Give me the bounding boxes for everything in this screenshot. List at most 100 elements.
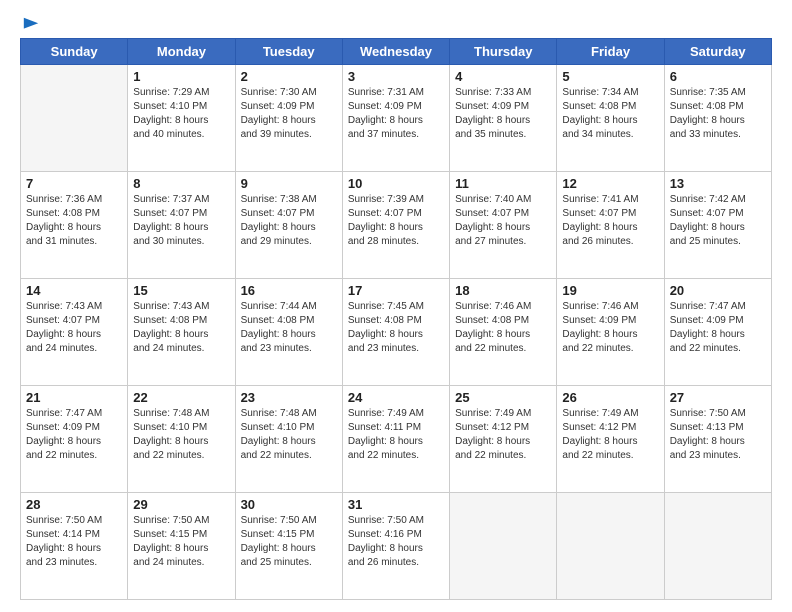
calendar-cell: 31 Sunrise: 7:50 AMSunset: 4:16 PMDayligh… — [342, 493, 449, 600]
weekday-header-thursday: Thursday — [450, 39, 557, 65]
cell-sun-info: Sunrise: 7:40 AMSunset: 4:07 PMDaylight:… — [455, 193, 551, 249]
cell-sun-info: Sunrise: 7:33 AMSunset: 4:09 PMDaylight:… — [455, 86, 551, 142]
calendar-cell: 16 Sunrise: 7:44 AMSunset: 4:08 PMDayligh… — [235, 279, 342, 386]
day-number: 22 — [133, 390, 229, 405]
calendar-cell: 12 Sunrise: 7:41 AMSunset: 4:07 PMDayligh… — [557, 172, 664, 279]
calendar-cell: 1 Sunrise: 7:29 AMSunset: 4:10 PMDaylight… — [128, 65, 235, 172]
cell-sun-info: Sunrise: 7:38 AMSunset: 4:07 PMDaylight:… — [241, 193, 337, 249]
day-number: 13 — [670, 176, 766, 191]
cell-sun-info: Sunrise: 7:50 AMSunset: 4:15 PMDaylight:… — [241, 514, 337, 570]
weekday-header-monday: Monday — [128, 39, 235, 65]
day-number: 29 — [133, 497, 229, 512]
day-number: 18 — [455, 283, 551, 298]
cell-sun-info: Sunrise: 7:45 AMSunset: 4:08 PMDaylight:… — [348, 300, 444, 356]
cell-sun-info: Sunrise: 7:39 AMSunset: 4:07 PMDaylight:… — [348, 193, 444, 249]
calendar-table: SundayMondayTuesdayWednesdayThursdayFrid… — [20, 38, 772, 600]
cell-sun-info: Sunrise: 7:47 AMSunset: 4:09 PMDaylight:… — [26, 407, 122, 463]
cell-sun-info: Sunrise: 7:44 AMSunset: 4:08 PMDaylight:… — [241, 300, 337, 356]
day-number: 31 — [348, 497, 444, 512]
weekday-header-saturday: Saturday — [664, 39, 771, 65]
day-number: 21 — [26, 390, 122, 405]
day-number: 12 — [562, 176, 658, 191]
cell-sun-info: Sunrise: 7:34 AMSunset: 4:08 PMDaylight:… — [562, 86, 658, 142]
page: SundayMondayTuesdayWednesdayThursdayFrid… — [0, 0, 792, 612]
calendar-cell: 27 Sunrise: 7:50 AMSunset: 4:13 PMDayligh… — [664, 386, 771, 493]
cell-sun-info: Sunrise: 7:46 AMSunset: 4:08 PMDaylight:… — [455, 300, 551, 356]
day-number: 9 — [241, 176, 337, 191]
day-number: 16 — [241, 283, 337, 298]
day-number: 19 — [562, 283, 658, 298]
calendar-cell: 30 Sunrise: 7:50 AMSunset: 4:15 PMDayligh… — [235, 493, 342, 600]
logo — [20, 16, 40, 30]
day-number: 17 — [348, 283, 444, 298]
calendar-week-2: 7 Sunrise: 7:36 AMSunset: 4:08 PMDaylight… — [21, 172, 772, 279]
cell-sun-info: Sunrise: 7:41 AMSunset: 4:07 PMDaylight:… — [562, 193, 658, 249]
cell-sun-info: Sunrise: 7:36 AMSunset: 4:08 PMDaylight:… — [26, 193, 122, 249]
calendar-cell: 22 Sunrise: 7:48 AMSunset: 4:10 PMDayligh… — [128, 386, 235, 493]
day-number: 7 — [26, 176, 122, 191]
calendar-cell: 8 Sunrise: 7:37 AMSunset: 4:07 PMDaylight… — [128, 172, 235, 279]
day-number: 4 — [455, 69, 551, 84]
day-number: 5 — [562, 69, 658, 84]
calendar-cell — [664, 493, 771, 600]
calendar-cell: 5 Sunrise: 7:34 AMSunset: 4:08 PMDaylight… — [557, 65, 664, 172]
calendar-cell: 10 Sunrise: 7:39 AMSunset: 4:07 PMDayligh… — [342, 172, 449, 279]
cell-sun-info: Sunrise: 7:50 AMSunset: 4:16 PMDaylight:… — [348, 514, 444, 570]
calendar-week-3: 14 Sunrise: 7:43 AMSunset: 4:07 PMDayligh… — [21, 279, 772, 386]
calendar-cell: 20Sunrise: 7:47 AMSunset: 4:09 PMDayligh… — [664, 279, 771, 386]
calendar-cell — [557, 493, 664, 600]
calendar-cell: 24 Sunrise: 7:49 AMSunset: 4:11 PMDayligh… — [342, 386, 449, 493]
calendar-cell: 4 Sunrise: 7:33 AMSunset: 4:09 PMDaylight… — [450, 65, 557, 172]
calendar-cell: 21 Sunrise: 7:47 AMSunset: 4:09 PMDayligh… — [21, 386, 128, 493]
cell-sun-info: Sunrise: 7:49 AMSunset: 4:12 PMDaylight:… — [562, 407, 658, 463]
calendar-cell: 18 Sunrise: 7:46 AMSunset: 4:08 PMDayligh… — [450, 279, 557, 386]
calendar-cell: 6 Sunrise: 7:35 AMSunset: 4:08 PMDaylight… — [664, 65, 771, 172]
day-number: 28 — [26, 497, 122, 512]
cell-sun-info: Sunrise: 7:49 AMSunset: 4:11 PMDaylight:… — [348, 407, 444, 463]
day-number: 1 — [133, 69, 229, 84]
calendar-cell: 13Sunrise: 7:42 AMSunset: 4:07 PMDayligh… — [664, 172, 771, 279]
cell-sun-info: Sunrise: 7:50 AMSunset: 4:15 PMDaylight:… — [133, 514, 229, 570]
cell-sun-info: Sunrise: 7:37 AMSunset: 4:07 PMDaylight:… — [133, 193, 229, 249]
cell-sun-info: Sunrise: 7:50 AMSunset: 4:14 PMDaylight:… — [26, 514, 122, 570]
cell-sun-info: Sunrise: 7:29 AMSunset: 4:10 PMDaylight:… — [133, 86, 229, 142]
cell-sun-info: Sunrise: 7:43 AMSunset: 4:07 PMDaylight:… — [26, 300, 122, 356]
logo-flag-icon — [22, 16, 40, 34]
weekday-header-friday: Friday — [557, 39, 664, 65]
day-number: 15 — [133, 283, 229, 298]
weekday-header-wednesday: Wednesday — [342, 39, 449, 65]
day-number: 2 — [241, 69, 337, 84]
day-number: 11 — [455, 176, 551, 191]
calendar-cell — [21, 65, 128, 172]
calendar-cell: 11 Sunrise: 7:40 AMSunset: 4:07 PMDayligh… — [450, 172, 557, 279]
day-number: 30 — [241, 497, 337, 512]
day-number: 25 — [455, 390, 551, 405]
weekday-header-row: SundayMondayTuesdayWednesdayThursdayFrid… — [21, 39, 772, 65]
cell-sun-info: Sunrise: 7:43 AMSunset: 4:08 PMDaylight:… — [133, 300, 229, 356]
calendar-cell: 25 Sunrise: 7:49 AMSunset: 4:12 PMDayligh… — [450, 386, 557, 493]
calendar-cell: 29 Sunrise: 7:50 AMSunset: 4:15 PMDayligh… — [128, 493, 235, 600]
day-number: 8 — [133, 176, 229, 191]
day-number: 3 — [348, 69, 444, 84]
calendar-cell: 28 Sunrise: 7:50 AMSunset: 4:14 PMDayligh… — [21, 493, 128, 600]
day-number: 24 — [348, 390, 444, 405]
cell-sun-info: Sunrise: 7:50 AMSunset: 4:13 PMDaylight:… — [670, 407, 766, 463]
calendar-cell: 14 Sunrise: 7:43 AMSunset: 4:07 PMDayligh… — [21, 279, 128, 386]
day-number: 23 — [241, 390, 337, 405]
calendar-cell: 23Sunrise: 7:48 AMSunset: 4:10 PMDayligh… — [235, 386, 342, 493]
day-number: 10 — [348, 176, 444, 191]
weekday-header-sunday: Sunday — [21, 39, 128, 65]
day-number: 6 — [670, 69, 766, 84]
cell-sun-info: Sunrise: 7:49 AMSunset: 4:12 PMDaylight:… — [455, 407, 551, 463]
calendar-cell: 15 Sunrise: 7:43 AMSunset: 4:08 PMDayligh… — [128, 279, 235, 386]
day-number: 27 — [670, 390, 766, 405]
day-number: 26 — [562, 390, 658, 405]
cell-sun-info: Sunrise: 7:30 AMSunset: 4:09 PMDaylight:… — [241, 86, 337, 142]
calendar-week-4: 21 Sunrise: 7:47 AMSunset: 4:09 PMDayligh… — [21, 386, 772, 493]
cell-sun-info: Sunrise: 7:48 AMSunset: 4:10 PMDaylight:… — [133, 407, 229, 463]
calendar-cell: 26 Sunrise: 7:49 AMSunset: 4:12 PMDayligh… — [557, 386, 664, 493]
calendar-cell: 9 Sunrise: 7:38 AMSunset: 4:07 PMDaylight… — [235, 172, 342, 279]
cell-sun-info: Sunrise: 7:35 AMSunset: 4:08 PMDaylight:… — [670, 86, 766, 142]
day-number: 14 — [26, 283, 122, 298]
cell-sun-info: Sunrise: 7:46 AMSunset: 4:09 PMDaylight:… — [562, 300, 658, 356]
